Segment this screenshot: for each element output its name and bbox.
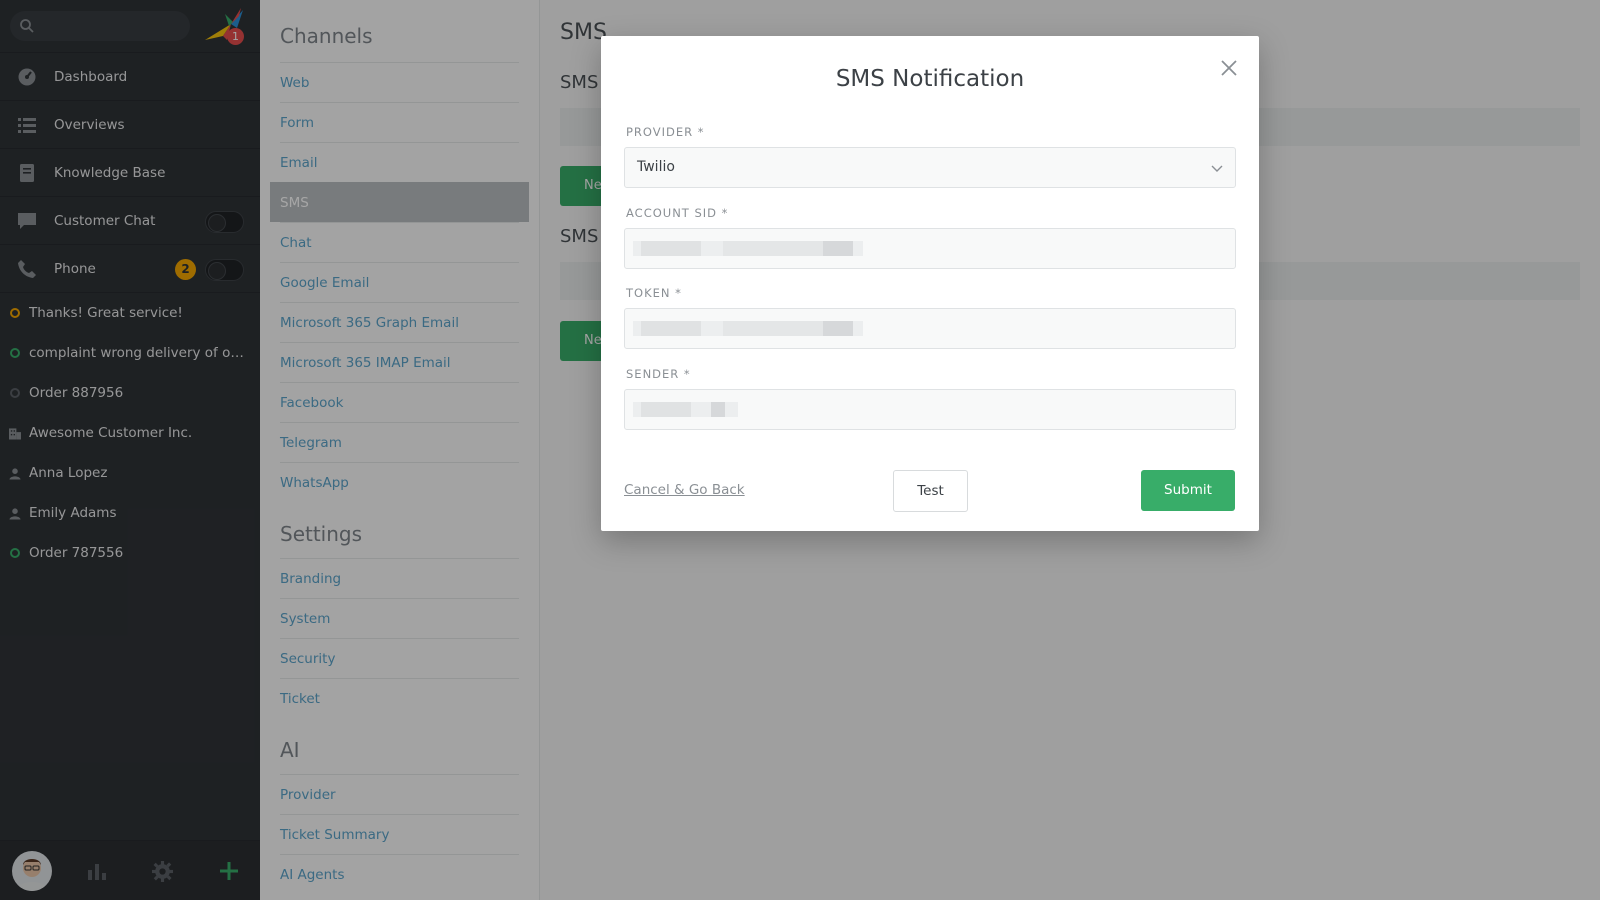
account-sid-label: ACCOUNT SID * (626, 206, 729, 220)
close-icon[interactable] (1217, 56, 1241, 80)
redacted-value-icon (633, 241, 863, 256)
redacted-value-icon (633, 402, 738, 417)
sms-notification-modal: SMS Notification PROVIDER * Twilio ACCOU… (601, 36, 1259, 531)
cancel-go-back-link[interactable]: Cancel & Go Back (624, 482, 745, 498)
token-field[interactable] (624, 308, 1236, 349)
redacted-value-icon (633, 321, 863, 336)
submit-button[interactable]: Submit (1141, 470, 1235, 511)
provider-value: Twilio (637, 159, 675, 175)
modal-title: SMS Notification (835, 66, 1025, 92)
chevron-down-icon (1211, 165, 1223, 172)
token-label: TOKEN * (626, 286, 682, 300)
provider-label: PROVIDER * (626, 125, 705, 139)
test-button[interactable]: Test (893, 470, 968, 512)
sender-label: SENDER * (626, 367, 691, 381)
sender-field[interactable] (624, 389, 1236, 430)
provider-select[interactable]: Twilio (624, 147, 1236, 188)
account-sid-field[interactable] (624, 228, 1236, 269)
